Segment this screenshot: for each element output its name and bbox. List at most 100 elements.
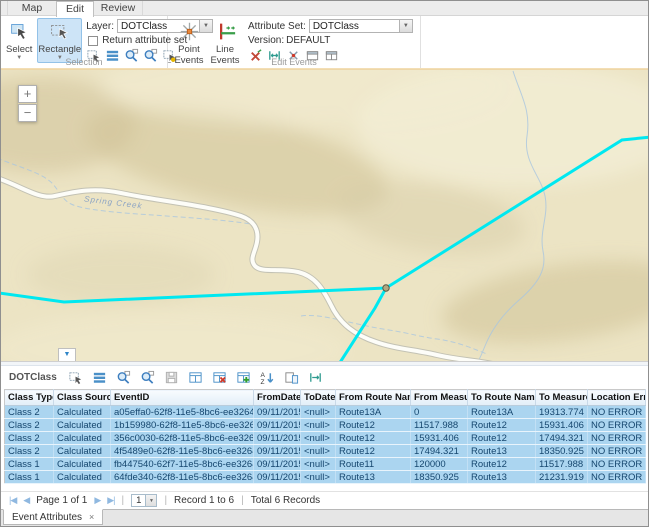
table-cell[interactable]: 21231.919 xyxy=(536,471,588,484)
pan-to-record-icon[interactable] xyxy=(140,370,155,385)
table-cell[interactable]: Class 2 xyxy=(5,432,54,445)
first-page-button[interactable]: |◀ xyxy=(9,495,16,506)
map-canvas[interactable]: Spring Creek + − ▼ xyxy=(1,70,648,361)
table-row[interactable]: Class 2Calculated1b159980-62f8-11e5-8bc6… xyxy=(5,419,646,432)
table-cell[interactable]: NO ERROR xyxy=(588,419,646,432)
column-header[interactable]: Class Type xyxy=(5,390,54,406)
previous-page-button[interactable]: ◀ xyxy=(23,495,29,506)
table-cell[interactable]: 18350.925 xyxy=(411,471,468,484)
return-attribute-set-checkbox[interactable] xyxy=(88,36,98,46)
table-cell[interactable]: 4f5489e0-62f8-11e5-8bc6-ee32641d5ec9 xyxy=(111,445,254,458)
table-row[interactable]: Class 2Calculated4f5489e0-62f8-11e5-8bc6… xyxy=(5,445,646,458)
zoom-in-button[interactable]: + xyxy=(18,85,37,103)
table-cell[interactable]: 11517.988 xyxy=(411,419,468,432)
table-cell[interactable]: Route11 xyxy=(336,458,411,471)
table-cell[interactable]: Route13 xyxy=(336,471,411,484)
table-cell[interactable]: 1b159980-62f8-11e5-8bc6-ee32641d5ec9 xyxy=(111,419,254,432)
table-cell[interactable]: Route12 xyxy=(336,432,411,445)
table-cell[interactable]: 15931.406 xyxy=(536,419,588,432)
table-cell[interactable]: Class 2 xyxy=(5,406,54,419)
table-row[interactable]: Class 1Calculatedfb447540-62f7-11e5-8bc6… xyxy=(5,458,646,471)
table-cell[interactable]: <null> xyxy=(301,419,336,432)
table-cell[interactable]: 09/11/2015 xyxy=(254,445,301,458)
table-row[interactable]: Class 1Calculated64fde340-62f8-11e5-8bc6… xyxy=(5,471,646,484)
table-cell[interactable]: Route12 xyxy=(468,432,536,445)
table-cell[interactable]: NO ERROR xyxy=(588,458,646,471)
table-cell[interactable]: <null> xyxy=(301,471,336,484)
select-records-icon[interactable] xyxy=(68,370,83,385)
tab-edit[interactable]: Edit xyxy=(56,1,94,17)
extent-icon[interactable] xyxy=(308,370,323,385)
table-cell[interactable]: Route13 xyxy=(468,471,536,484)
column-header[interactable]: To Route Name xyxy=(468,390,536,406)
table-cell[interactable]: <null> xyxy=(301,445,336,458)
table-cell[interactable]: fb447540-62f7-11e5-8bc6-ee32641d5ec9 xyxy=(111,458,254,471)
table-cell[interactable]: NO ERROR xyxy=(588,406,646,419)
table-cell[interactable]: 17494.321 xyxy=(536,432,588,445)
column-header[interactable]: From Route Name xyxy=(336,390,411,406)
tab-review[interactable]: Review xyxy=(93,1,143,15)
delete-record-icon[interactable] xyxy=(212,370,227,385)
column-header[interactable]: Location Error xyxy=(588,390,646,406)
table-cell[interactable]: Calculated xyxy=(54,432,111,445)
next-page-button[interactable]: ▶ xyxy=(94,495,100,506)
page-number-dropdown[interactable]: 1 ▼ xyxy=(131,494,157,507)
table-cell[interactable]: Calculated xyxy=(54,471,111,484)
table-cell[interactable]: 09/11/2015 xyxy=(254,471,301,484)
table-cell[interactable]: Calculated xyxy=(54,458,111,471)
table-cell[interactable]: Route13 xyxy=(468,445,536,458)
chevron-down-icon[interactable]: ▼ xyxy=(145,495,156,506)
table-cell[interactable]: 11517.988 xyxy=(536,458,588,471)
tab-event-attributes[interactable]: Event Attributes × xyxy=(3,509,103,525)
zoom-out-button[interactable]: − xyxy=(18,104,37,122)
table-cell[interactable]: Route12 xyxy=(468,458,536,471)
add-record-icon[interactable] xyxy=(236,370,251,385)
tab-map[interactable]: Map xyxy=(7,1,57,15)
sort-icon[interactable]: AZ xyxy=(260,370,275,385)
table-cell[interactable]: Route13A xyxy=(336,406,411,419)
table-cell[interactable]: Route12 xyxy=(468,419,536,432)
table-cell[interactable]: Class 2 xyxy=(5,419,54,432)
table-cell[interactable]: 09/11/2015 xyxy=(254,406,301,419)
form-view-icon[interactable] xyxy=(284,370,299,385)
table-cell[interactable]: Calculated xyxy=(54,445,111,458)
table-cell[interactable]: Route13A xyxy=(468,406,536,419)
show-table-icon[interactable] xyxy=(188,370,203,385)
table-cell[interactable]: 64fde340-62f8-11e5-8bc6-ee32641d5ec9 xyxy=(111,471,254,484)
last-page-button[interactable]: ▶| xyxy=(107,495,114,506)
table-cell[interactable]: NO ERROR xyxy=(588,471,646,484)
column-header[interactable]: FromDate xyxy=(254,390,301,406)
chevron-down-icon[interactable]: ▼ xyxy=(399,20,412,32)
column-header[interactable]: ToDate xyxy=(301,390,336,406)
table-cell[interactable]: 18350.925 xyxy=(536,445,588,458)
table-cell[interactable]: Route12 xyxy=(336,419,411,432)
table-cell[interactable]: 09/11/2015 xyxy=(254,458,301,471)
table-cell[interactable]: <null> xyxy=(301,406,336,419)
attribute-set-dropdown[interactable]: DOTClass ▼ xyxy=(309,19,413,33)
table-cell[interactable]: 09/11/2015 xyxy=(254,419,301,432)
table-cell[interactable]: 09/11/2015 xyxy=(254,432,301,445)
table-cell[interactable]: 120000 xyxy=(411,458,468,471)
zoom-to-record-icon[interactable] xyxy=(116,370,131,385)
table-cell[interactable]: 19313.774 xyxy=(536,406,588,419)
column-header[interactable]: EventID xyxy=(111,390,254,406)
table-cell[interactable]: Calculated xyxy=(54,406,111,419)
table-cell[interactable]: 17494.321 xyxy=(411,445,468,458)
table-row[interactable]: Class 2Calculated356c0030-62f8-11e5-8bc6… xyxy=(5,432,646,445)
attribute-table-icon[interactable] xyxy=(92,370,107,385)
table-cell[interactable]: Class 1 xyxy=(5,471,54,484)
table-cell[interactable]: 15931.406 xyxy=(411,432,468,445)
close-icon[interactable]: × xyxy=(89,512,94,522)
table-cell[interactable]: Calculated xyxy=(54,419,111,432)
table-cell[interactable]: Class 1 xyxy=(5,458,54,471)
table-cell[interactable]: NO ERROR xyxy=(588,432,646,445)
panel-collapse-arrow[interactable]: ▼ xyxy=(58,348,76,361)
table-cell[interactable]: Route12 xyxy=(336,445,411,458)
table-cell[interactable]: a05effa0-62f8-11e5-8bc6-ee32641d5ec9 xyxy=(111,406,254,419)
column-header[interactable]: From Measure xyxy=(411,390,468,406)
column-header[interactable]: To Measure xyxy=(536,390,588,406)
table-cell[interactable]: 356c0030-62f8-11e5-8bc6-ee32641d5ec9 xyxy=(111,432,254,445)
column-header[interactable]: Class Source xyxy=(54,390,111,406)
save-icon[interactable] xyxy=(164,370,179,385)
table-row[interactable]: Class 2Calculateda05effa0-62f8-11e5-8bc6… xyxy=(5,406,646,419)
